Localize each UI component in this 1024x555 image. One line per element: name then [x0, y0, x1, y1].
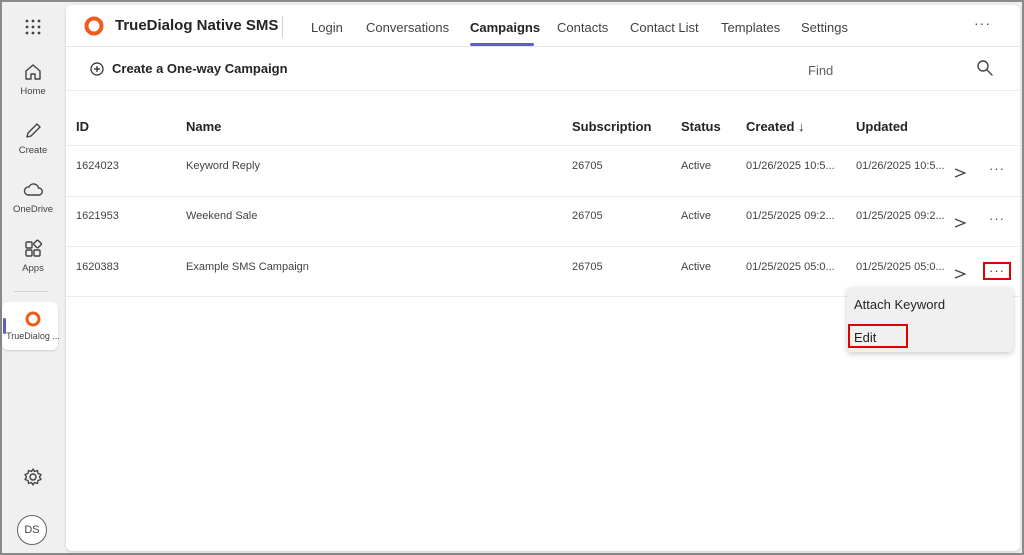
app-launcher-icon[interactable] — [25, 19, 41, 40]
tab-contact-list[interactable]: Contact List — [630, 20, 699, 35]
cell-name: Keyword Reply — [186, 160, 260, 172]
avatar[interactable]: DS — [17, 515, 47, 545]
rail-item-create[interactable]: Create — [2, 121, 64, 156]
home-icon — [25, 64, 41, 80]
tab-contacts[interactable]: Contacts — [557, 20, 608, 35]
row-divider — [66, 196, 1020, 197]
edit-highlight-box — [848, 324, 908, 348]
cell-id: 1621953 — [76, 210, 119, 222]
active-tab-indicator — [470, 43, 534, 46]
row-divider — [66, 246, 1020, 247]
rail-divider — [14, 291, 48, 292]
tab-campaigns[interactable]: Campaigns — [470, 20, 540, 35]
cell-created: 01/25/2025 09:2... — [746, 210, 835, 222]
row-more-button[interactable]: ··· — [983, 262, 1011, 280]
cell-updated: 01/26/2025 10:5... — [856, 160, 945, 172]
menu-item-attach-keyword[interactable]: Attach Keyword — [854, 297, 945, 312]
rail-item-apps[interactable]: Apps — [2, 239, 64, 274]
title-divider — [282, 16, 283, 38]
rail-item-label: OneDrive — [12, 204, 54, 215]
tab-settings[interactable]: Settings — [801, 20, 848, 35]
rail-item-home[interactable]: Home — [2, 62, 64, 97]
cell-status: Active — [681, 261, 711, 273]
rail-item-label: TrueDialog ... — [6, 331, 60, 341]
rail-item-label: Home — [20, 86, 46, 97]
cell-subscription: 26705 — [572, 160, 603, 172]
main-panel: TrueDialog Native SMS Login Conversation… — [66, 5, 1020, 551]
rail-item-label: Apps — [22, 263, 44, 274]
cell-created: 01/25/2025 05:0... — [746, 261, 835, 273]
top-bar: TrueDialog Native SMS Login Conversation… — [66, 5, 1020, 47]
cell-updated: 01/25/2025 05:0... — [856, 261, 945, 273]
search-icon[interactable] — [976, 59, 994, 82]
tab-conversations[interactable]: Conversations — [366, 20, 449, 35]
cell-status: Active — [681, 210, 711, 222]
rail-item-label: Create — [18, 145, 48, 156]
cell-status: Active — [681, 160, 711, 172]
truedialog-logo-icon — [84, 16, 104, 41]
rail-item-truedialog-content[interactable]: TrueDialog ... — [2, 311, 64, 342]
row-more-button[interactable]: ··· — [983, 212, 1011, 230]
cell-subscription: 26705 — [572, 261, 603, 273]
column-header-subscription[interactable]: Subscription — [572, 119, 651, 134]
cell-created: 01/26/2025 10:5... — [746, 160, 835, 172]
row-more-button[interactable]: ··· — [983, 162, 1011, 180]
cell-name: Weekend Sale — [186, 210, 258, 222]
rail-item-onedrive[interactable]: OneDrive — [2, 180, 64, 215]
pen-icon — [26, 123, 41, 138]
cell-id: 1620383 — [76, 261, 119, 273]
column-header-name[interactable]: Name — [186, 119, 221, 134]
apps-icon — [25, 239, 43, 257]
send-arrow-icon[interactable] — [954, 266, 967, 284]
search-input[interactable] — [808, 58, 958, 82]
column-header-updated[interactable]: Updated — [856, 119, 908, 134]
tab-templates[interactable]: Templates — [721, 20, 780, 35]
truedialog-logo-icon — [25, 311, 41, 327]
send-arrow-icon[interactable] — [954, 215, 967, 233]
more-options-button[interactable]: ··· — [974, 15, 991, 31]
send-arrow-icon[interactable] — [954, 165, 967, 183]
app-title: TrueDialog Native SMS — [115, 17, 279, 34]
column-header-created[interactable]: Created ↓ — [746, 119, 805, 134]
tab-login[interactable]: Login — [311, 20, 343, 35]
cell-updated: 01/25/2025 09:2... — [856, 210, 945, 222]
create-campaign-button[interactable]: Create a One-way Campaign — [90, 61, 288, 76]
column-header-id[interactable]: ID — [76, 119, 89, 134]
add-circle-icon — [90, 61, 104, 76]
cell-name: Example SMS Campaign — [186, 261, 309, 273]
cell-subscription: 26705 — [572, 210, 603, 222]
row-divider — [66, 145, 1020, 146]
cell-id: 1624023 — [76, 160, 119, 172]
command-bar: Create a One-way Campaign — [66, 47, 1020, 91]
column-header-status[interactable]: Status — [681, 119, 721, 134]
create-campaign-label: Create a One-way Campaign — [112, 61, 288, 76]
cloud-icon — [23, 183, 43, 196]
gear-icon[interactable] — [23, 467, 43, 492]
